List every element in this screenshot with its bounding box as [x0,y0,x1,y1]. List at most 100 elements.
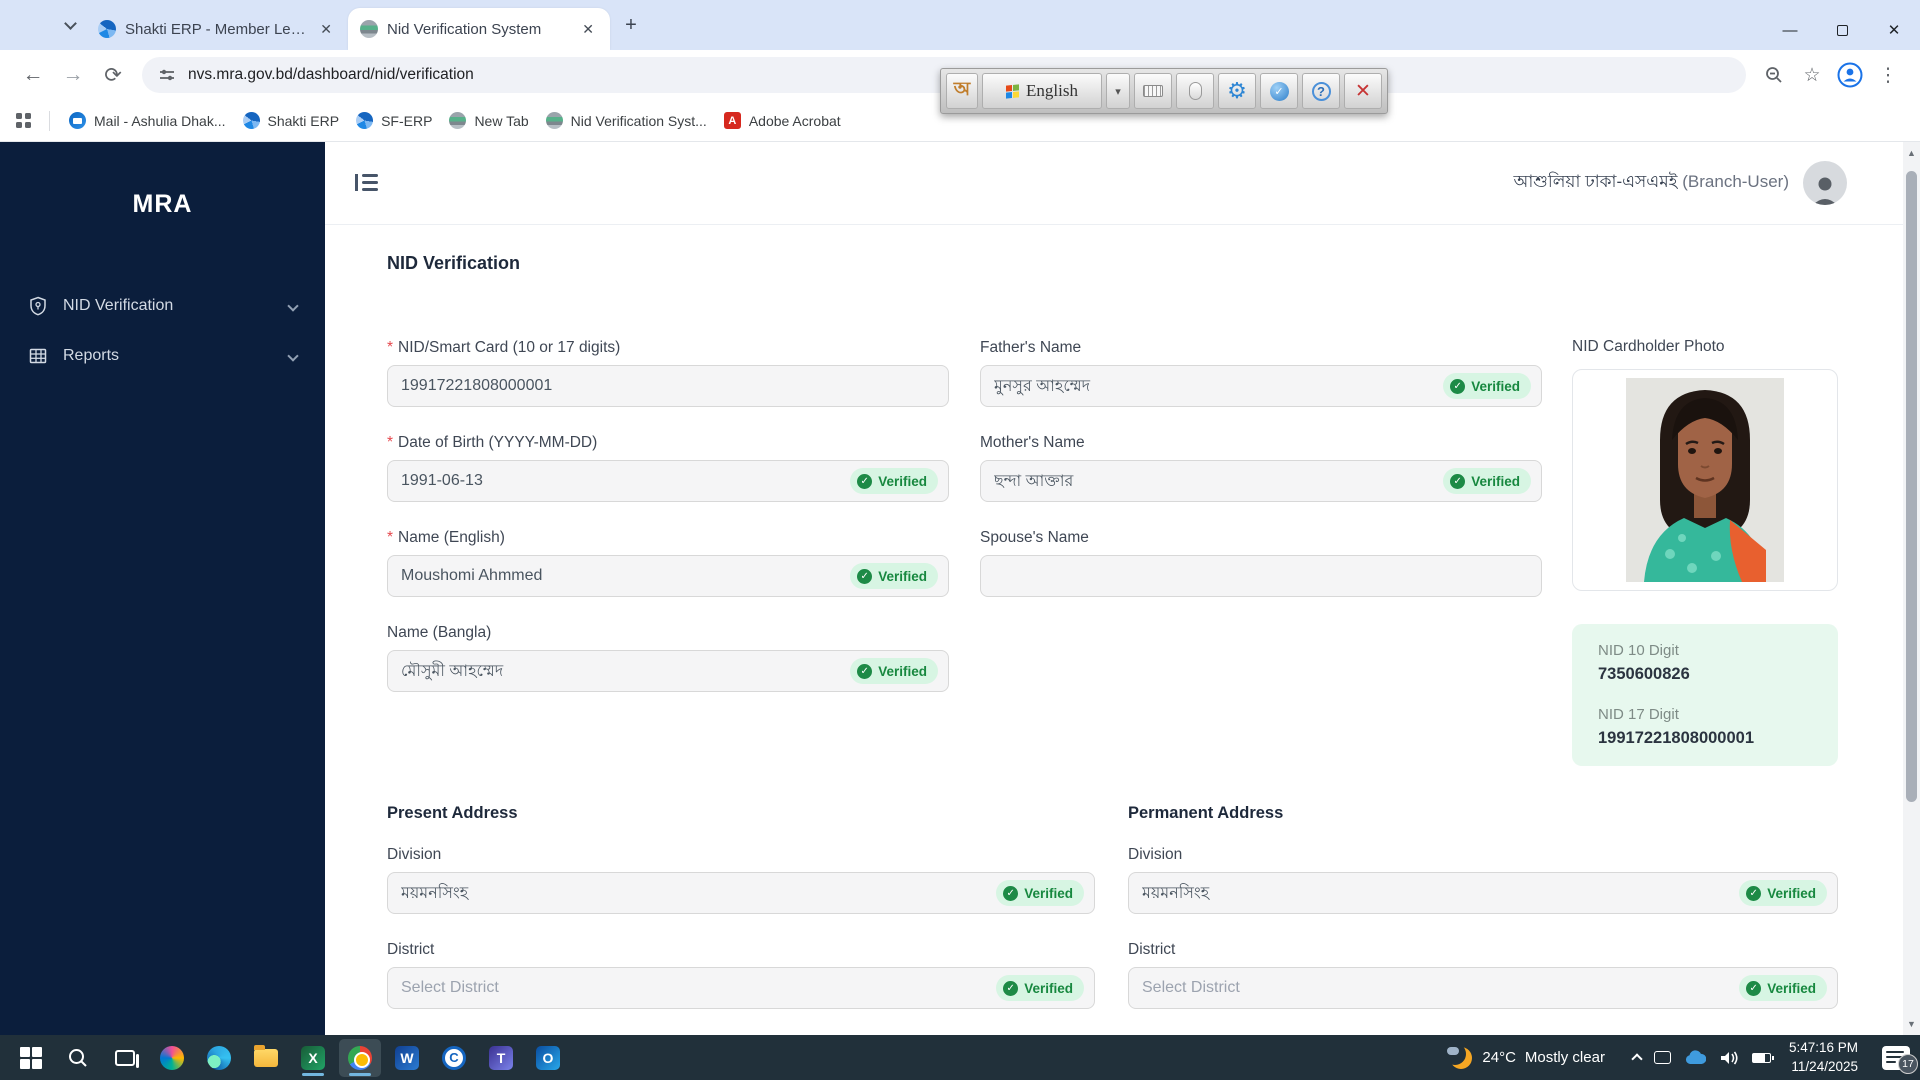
nid-number-input[interactable] [387,365,949,407]
file-explorer-button[interactable] [245,1039,287,1077]
apps-grid-icon[interactable] [16,112,32,129]
forward-button[interactable]: → [54,56,92,94]
chevron-down-icon [287,300,299,312]
profile-avatar-icon[interactable] [1832,57,1868,93]
verified-badge: ✓ Verified [1739,975,1827,1001]
bookmark-shakti-erp[interactable]: Shakti ERP [241,108,342,133]
browser-menu-icon[interactable]: ⋮ [1870,57,1906,93]
table-icon [29,348,47,364]
avro-settings-button[interactable]: ⚙ [1218,73,1256,109]
sidebar-item-nid-verification[interactable]: NID Verification [0,281,325,331]
permanent-district-select[interactable] [1128,967,1838,1009]
tab-shakti-erp[interactable]: Shakti ERP - Member Lead List ✕ [86,11,348,47]
word-button[interactable]: W [386,1039,428,1077]
restore-button[interactable] [1816,10,1868,50]
tab-close-icon[interactable]: ✕ [578,19,598,40]
edge-button[interactable] [198,1039,240,1077]
bookmark-mail[interactable]: Mail - Ashulia Dhak... [67,108,228,133]
tab-close-icon[interactable]: ✕ [316,19,336,40]
sidebar-nav: NID Verification Reports [0,281,325,381]
excel-icon: X [301,1045,325,1070]
url-text[interactable]: nvs.mra.gov.bd/dashboard/nid/verificatio… [188,66,474,84]
cast-icon[interactable] [1653,1051,1671,1064]
close-window-button[interactable]: ✕ [1868,10,1920,50]
required-asterisk: * [387,528,394,546]
language-selector[interactable]: English [982,73,1102,109]
globe-check-icon: ✓ [1269,81,1289,101]
tray-overflow-icon[interactable] [1631,1053,1643,1065]
task-view-button[interactable] [104,1039,146,1077]
teams-button[interactable]: T [480,1039,522,1077]
language-dropdown-arrow[interactable]: ▾ [1106,73,1130,109]
verified-badge: ✓ Verified [1443,373,1531,399]
check-icon: ✓ [1003,980,1019,996]
chrome-button[interactable] [339,1038,381,1077]
scrollbar-thumb[interactable] [1906,171,1917,802]
header-user-area: আশুলিয়া ঢাকা-এসএমই (Branch-User) [1513,161,1847,205]
spouse-name-input[interactable] [980,555,1542,597]
taskbar-tray: 24°C Mostly clear 5:47:16 PM 11/24/2025 1… [1444,1039,1918,1077]
page-scrollbar[interactable]: ▲ ▼ [1903,142,1920,1035]
weather-widget[interactable]: 24°C Mostly clear [1444,1039,1611,1077]
restore-icon [1836,21,1853,36]
excel-button[interactable]: X [292,1039,334,1077]
minimize-button[interactable]: — [1764,10,1816,50]
avro-close-button[interactable]: ✕ [1344,73,1382,109]
copilot-button[interactable] [151,1039,193,1077]
weather-moon-icon [1447,1046,1472,1069]
zoom-out-indicator-icon[interactable] [1756,57,1792,93]
main-panel: আশুলিয়া ঢাকা-এসএমই (Branch-User) NID Ve… [325,142,1903,1035]
browser-tab-strip: Shakti ERP - Member Lead List ✕ Nid Veri… [0,0,1920,50]
present-district-select[interactable] [387,967,1095,1009]
avro-bangla-icon[interactable]: অ [946,73,978,109]
page-content: NID Verification * NID/Smart Card (10 or … [325,225,1903,1035]
scroll-up-icon[interactable]: ▲ [1903,148,1920,158]
start-button[interactable] [10,1039,52,1077]
present-division-input[interactable] [387,872,1095,914]
notification-center-button[interactable]: 17 [1882,1045,1918,1074]
verified-badge: ✓ Verified [850,658,938,684]
mouse-input-button[interactable] [1176,73,1214,109]
bookmark-new-tab[interactable]: New Tab [447,108,530,133]
bookmark-nid-verification[interactable]: Nid Verification Syst... [544,108,709,133]
field-label: * Name (English) [387,528,505,546]
user-avatar[interactable] [1803,161,1847,205]
avro-help-button[interactable]: ? [1302,73,1340,109]
chrome-icon [348,1045,372,1070]
sidebar-item-reports[interactable]: Reports [0,331,325,381]
bookmark-sf-erp[interactable]: SF-ERP [354,108,434,133]
speaker-icon[interactable] [1719,1050,1739,1066]
outlook-button[interactable]: O [527,1039,569,1077]
sidebar-collapse-icon[interactable] [355,173,379,193]
bookmark-star-icon[interactable]: ☆ [1794,57,1830,93]
tab-nid-verification[interactable]: Nid Verification System ✕ [348,8,610,50]
onedrive-icon[interactable] [1684,1050,1706,1065]
permanent-address-section: Permanent Address Division ✓Verified Dis… [1128,804,1838,1035]
copilot-icon [160,1045,184,1070]
section-title: Present Address [387,804,518,822]
check-icon: ✓ [1746,885,1762,901]
chevron-down-icon [287,350,299,362]
c-app-button[interactable]: C [433,1039,475,1077]
battery-icon[interactable] [1751,1052,1774,1063]
scroll-down-icon[interactable]: ▼ [1903,1019,1920,1029]
search-button[interactable] [57,1039,99,1077]
nid10-group: NID 10 Digit 7350600826 [1598,642,1822,684]
bookmark-label: SF-ERP [381,112,433,129]
avro-spell-button[interactable]: ✓ [1260,73,1298,109]
keyboard-layout-button[interactable] [1134,73,1172,109]
bookmark-adobe-acrobat[interactable]: A Adobe Acrobat [722,108,843,133]
tab-search-button[interactable] [54,9,86,41]
new-tab-button[interactable]: + [616,10,646,40]
check-icon: ✓ [1450,473,1466,489]
taskbar-clock[interactable]: 5:47:16 PM 11/24/2025 [1789,1039,1858,1077]
task-view-icon [115,1049,139,1068]
nid-form: *NID/Smart Card (10 or 17 digits) *Date … [387,338,1839,766]
back-button[interactable]: ← [14,56,52,94]
shakti-icon [242,112,260,129]
sidebar-item-label: Reports [63,347,120,364]
reload-button[interactable]: ⟳ [94,56,132,94]
permanent-division-input[interactable] [1128,872,1838,914]
site-settings-icon[interactable] [158,66,176,84]
tab-title: Shakti ERP - Member Lead List [125,20,308,38]
